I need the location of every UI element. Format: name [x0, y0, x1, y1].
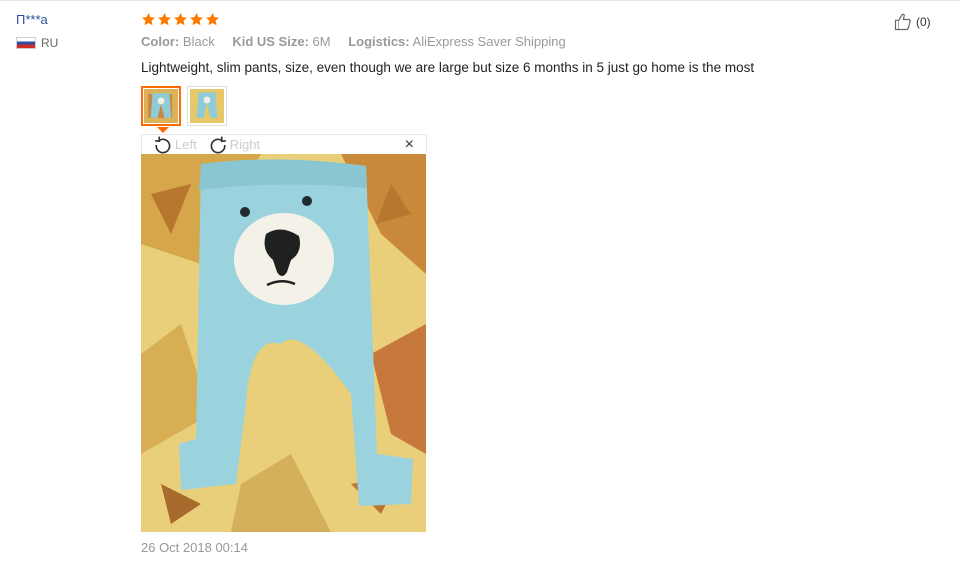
rotate-right-icon — [210, 136, 226, 153]
review-text: Lightweight, slim pants, size, even thou… — [141, 60, 755, 75]
review-date: 26 Oct 2018 00:14 — [141, 540, 248, 555]
thumbnail-2[interactable] — [187, 86, 227, 126]
thumbnail-image — [144, 89, 178, 123]
viewer-toolbar: Left Right × — [141, 134, 427, 154]
flag-ru-icon — [16, 37, 36, 49]
reviewer-name[interactable]: П***а — [16, 12, 58, 28]
star-icon — [142, 12, 155, 25]
review-photo — [141, 154, 426, 532]
helpful-count: (0) — [916, 15, 931, 29]
attr-color: Color: Black — [141, 34, 215, 49]
purchase-attributes: Color: Black Kid US Size: 6M Logistics: … — [141, 34, 841, 50]
top-divider — [0, 0, 960, 1]
rotate-right-button[interactable]: Right — [207, 135, 260, 155]
close-icon[interactable]: × — [405, 136, 414, 154]
rotate-left-icon — [155, 136, 171, 153]
rotate-left-button[interactable]: Left — [152, 135, 197, 155]
helpful-button[interactable]: (0) — [892, 12, 931, 32]
star-icon — [158, 12, 171, 25]
thumbs-up-icon — [894, 13, 911, 31]
attr-logistics: Logistics: AliExpress Saver Shipping — [348, 34, 566, 49]
reviewer-info: П***а RU — [16, 12, 58, 50]
star-icon — [174, 12, 187, 25]
reviewer-country: RU — [16, 36, 58, 50]
star-icon — [190, 12, 203, 25]
photo-viewer: Left Right × — [141, 134, 427, 532]
review-content: Color: Black Kid US Size: 6M Logistics: … — [141, 10, 841, 555]
photo-thumbnails — [141, 86, 841, 133]
rotate-right-label: Right — [229, 137, 261, 152]
attr-size: Kid US Size: 6M — [232, 34, 331, 49]
thumbnail-1[interactable] — [141, 86, 181, 133]
rotate-left-label: Left — [175, 137, 197, 152]
star-icon — [206, 12, 219, 25]
thumbnail-image — [190, 89, 224, 123]
country-code: RU — [41, 36, 59, 50]
star-rating — [141, 10, 841, 28]
